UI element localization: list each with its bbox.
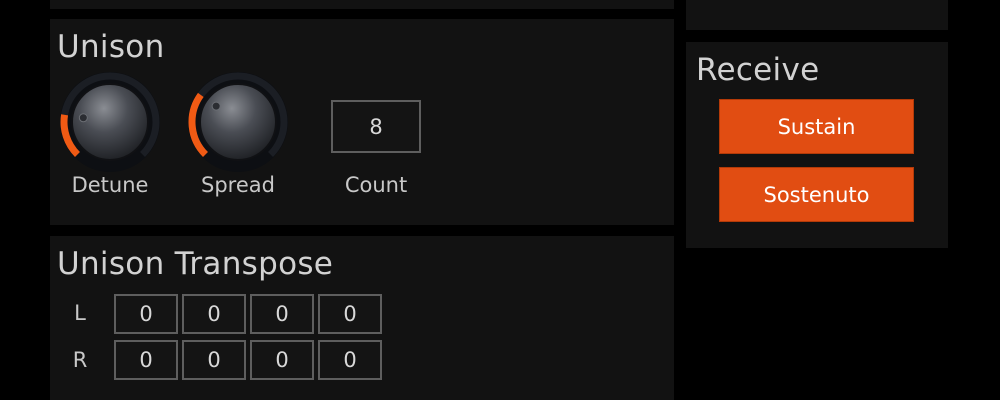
detune-label: Detune xyxy=(71,173,149,197)
sostenuto-button[interactable]: Sostenuto xyxy=(719,167,914,222)
count-label: Count xyxy=(344,173,408,197)
top-panel-right xyxy=(686,0,948,30)
transpose-field-r-3[interactable]: 0 xyxy=(250,340,314,380)
count-field[interactable]: 8 xyxy=(331,100,421,153)
transpose-field-l-2[interactable]: 0 xyxy=(182,294,246,334)
detune-knob[interactable] xyxy=(50,62,170,182)
sustain-button[interactable]: Sustain xyxy=(719,99,914,154)
unison-title: Unison xyxy=(57,29,165,65)
transpose-field-r-2[interactable]: 0 xyxy=(182,340,246,380)
transpose-field-l-3[interactable]: 0 xyxy=(250,294,314,334)
top-panel-left xyxy=(50,0,674,9)
transpose-field-l-1[interactable]: 0 xyxy=(114,294,178,334)
unison-panel: Unison Detune Spread 8 Count xyxy=(50,19,674,225)
receive-title: Receive xyxy=(696,52,820,88)
spread-label: Spread xyxy=(201,173,275,197)
spread-knob[interactable] xyxy=(178,62,298,182)
row-label-r: R xyxy=(72,348,88,372)
receive-panel: Receive Sustain Sostenuto xyxy=(686,42,948,248)
transpose-field-r-1[interactable]: 0 xyxy=(114,340,178,380)
rotary-knob-icon xyxy=(188,72,288,172)
transpose-field-l-4[interactable]: 0 xyxy=(318,294,382,334)
row-label-l: L xyxy=(74,301,86,325)
rotary-knob-icon xyxy=(60,72,160,172)
transpose-panel: Unison Transpose L 0 0 0 0 R 0 0 0 0 xyxy=(50,236,674,400)
transpose-title: Unison Transpose xyxy=(57,246,334,282)
transpose-field-r-4[interactable]: 0 xyxy=(318,340,382,380)
